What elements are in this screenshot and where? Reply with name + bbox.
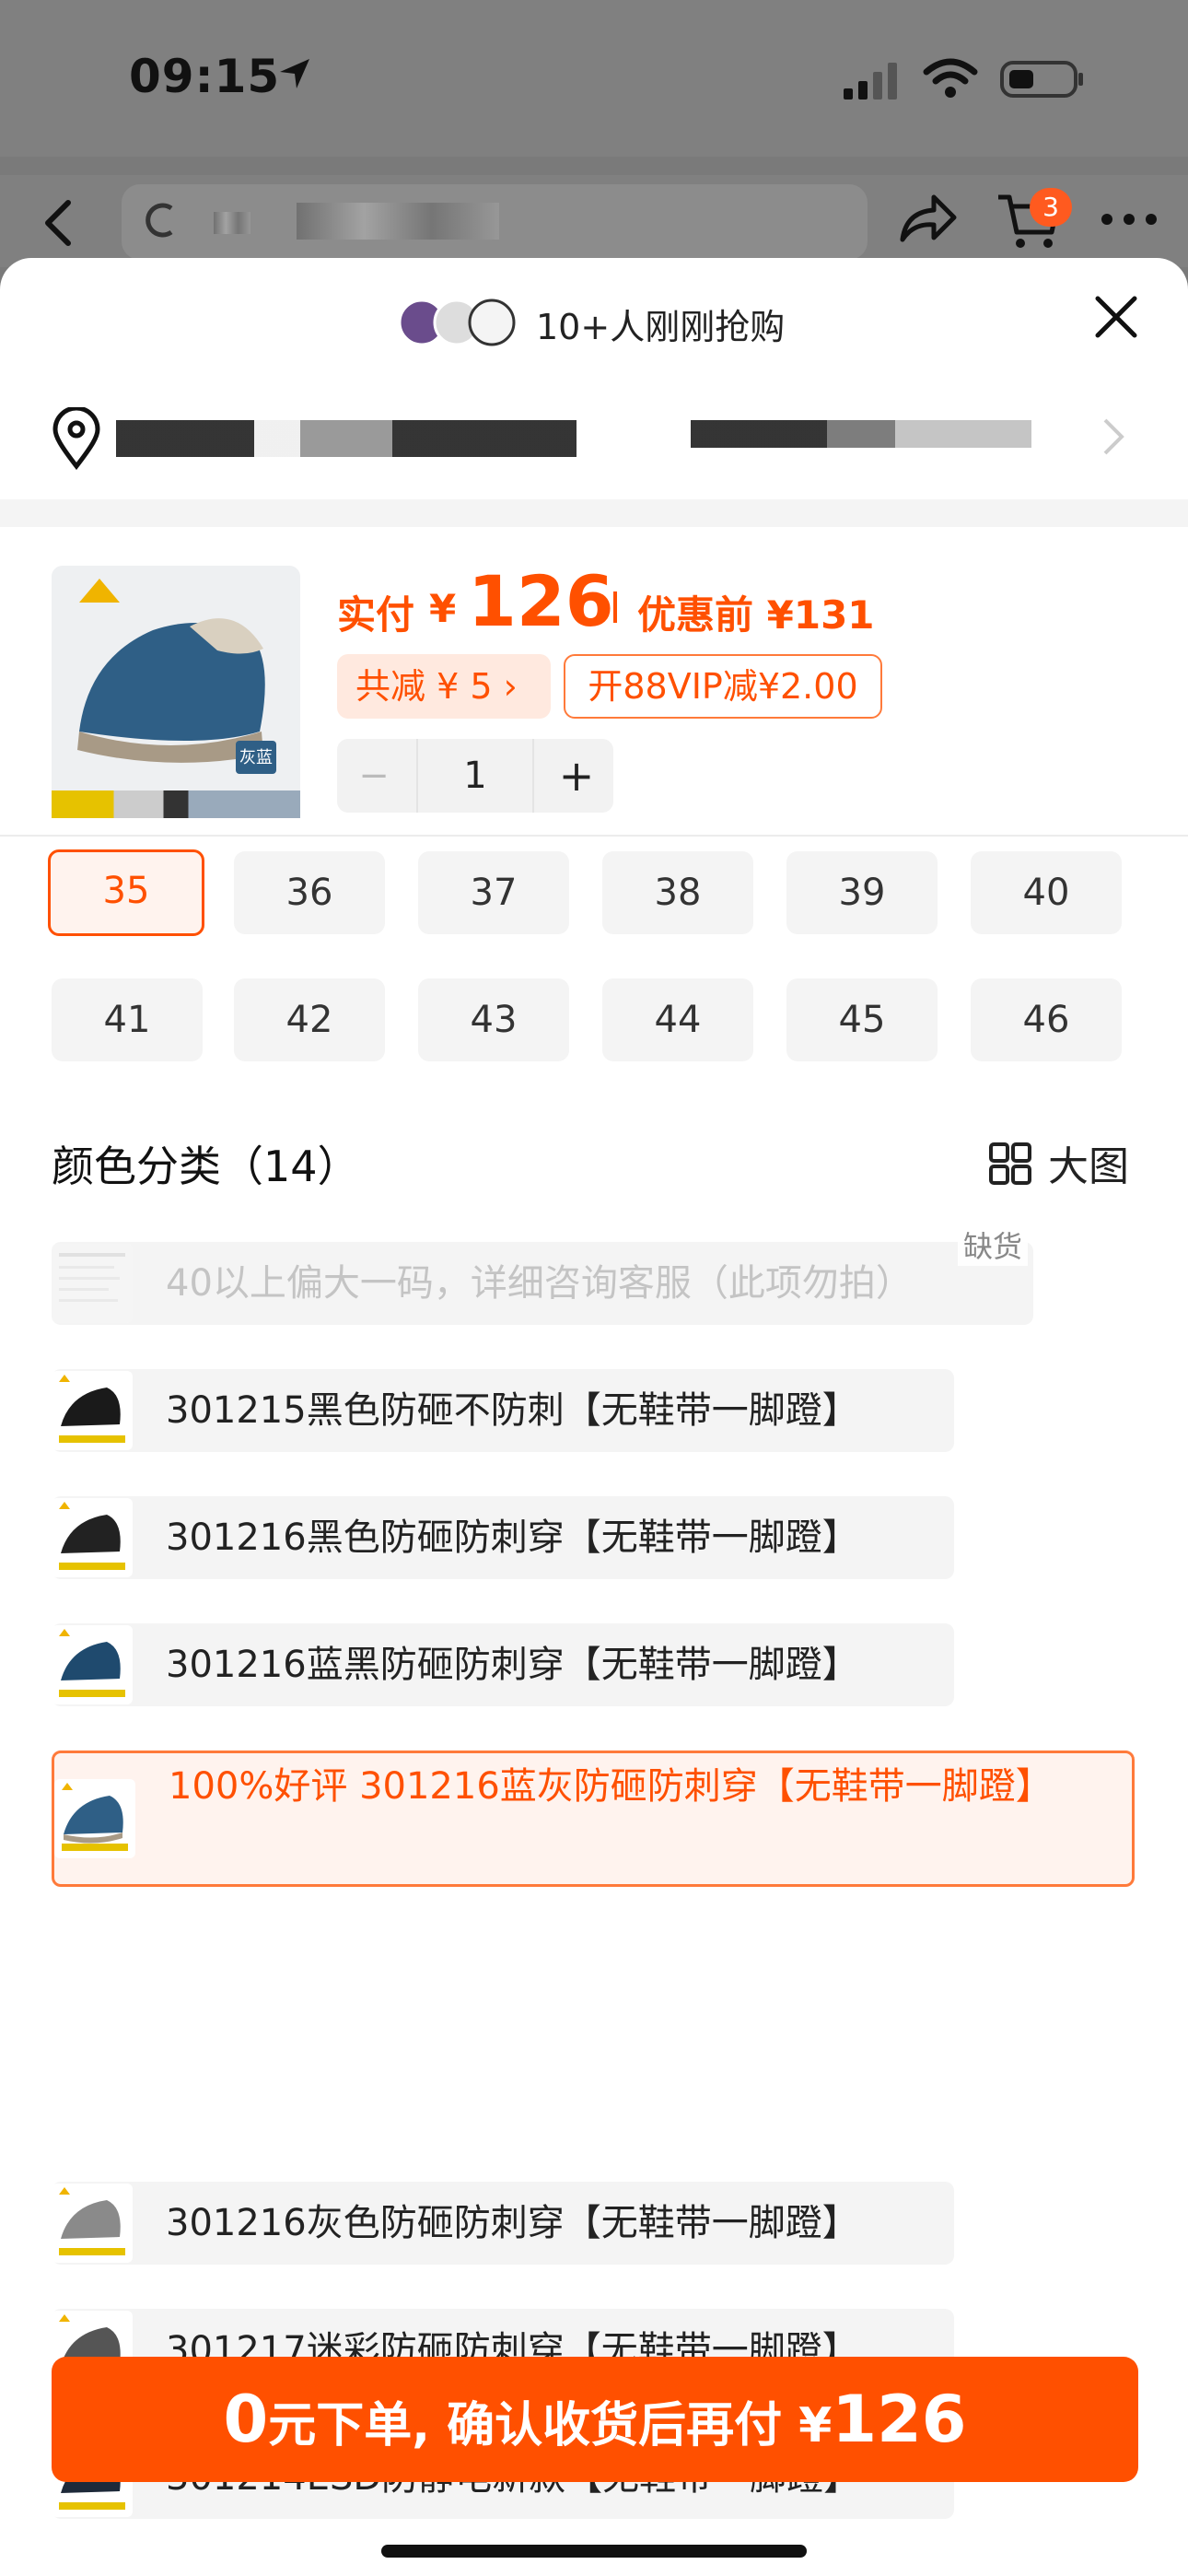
size-option-35[interactable]: 35 [48,849,204,936]
size-option-41[interactable]: 41 [52,978,203,1061]
close-icon[interactable] [1092,293,1140,341]
cellular-signal-icon [844,63,897,100]
size-option-43[interactable]: 43 [418,978,569,1061]
quantity-value[interactable]: 1 [416,739,534,813]
option-thumbnail [52,1625,133,1704]
out-of-stock-badge: 缺货 [958,1224,1029,1266]
color-option[interactable]: 301216灰色防砸防刺穿【无鞋带一脚蹬】 [52,2182,954,2265]
option-thumbnail [54,1779,135,1858]
option-label: 40以上偏大一码，详细咨询客服（此项勿拍） [166,1262,913,1305]
option-label: 301216黑色防砸防刺穿【无鞋带一脚蹬】 [166,1516,859,1559]
size-option-38[interactable]: 38 [602,851,753,934]
size-option-46[interactable]: 46 [971,978,1122,1061]
price-separator [613,591,617,623]
color-option[interactable]: 301216蓝黑防砸防刺穿【无鞋带一脚蹬】 [52,1623,954,1706]
scan-icon [146,203,173,238]
redacted-search-text [297,203,499,240]
cart-count-badge: 3 [1030,188,1072,227]
option-thumbnail [52,1371,133,1450]
redacted-address[interactable] [116,420,577,457]
buyer-avatars [398,299,516,346]
color-option[interactable]: 301215黑色防砸不防刺【无鞋带一脚蹬】 [52,1369,954,1452]
size-option-42[interactable]: 42 [234,978,385,1061]
size-option-45[interactable]: 45 [786,978,938,1061]
wifi-icon [923,58,978,98]
original-price: 优惠前 ¥131 [637,592,875,638]
home-indicator [381,2545,807,2558]
option-thumbnail [52,2184,133,2263]
option-label: 301215黑色防砸不防刺【无鞋带一脚蹬】 [166,1389,859,1432]
redacted-search-text [214,212,250,234]
share-icon[interactable] [897,192,958,247]
recent-buyers-text: 10+人刚刚抢购 [536,307,786,347]
color-option[interactable]: 40以上偏大一码，详细咨询客服（此项勿拍） [52,1242,1033,1325]
color-category-title: 颜色分类（14） [52,1142,360,1191]
option-label: 301216灰色防砸防刺穿【无鞋带一脚蹬】 [166,2202,859,2244]
back-icon[interactable] [41,195,77,251]
option-label: 100%好评 301216蓝灰防砸防刺穿【无鞋带一脚蹬】 [169,1765,1053,1808]
divider [0,835,1188,837]
pay-currency: ¥ [429,586,457,631]
battery-icon [1000,61,1083,98]
top-nav: 3 [0,175,1188,267]
sku-selection-sheet: 10+人刚刚抢购 灰蓝 实付 ¥ 126 优惠前 ¥131 共减 ¥ 5 › 开… [0,258,1188,2576]
cta-amount: 126 [832,2382,967,2457]
search-bar[interactable] [122,184,868,260]
product-image[interactable]: 灰蓝 [52,566,300,816]
place-order-button[interactable]: 0元下单, 确认收货后再付 ¥126 [52,2357,1138,2482]
more-icon[interactable] [1100,212,1159,227]
redacted-address[interactable] [691,420,1031,448]
size-option-36[interactable]: 36 [234,851,385,934]
discount-total-button[interactable]: 共减 ¥ 5 › [337,654,551,719]
option-label: 301216蓝黑防砸防刺穿【无鞋带一脚蹬】 [166,1644,859,1686]
status-bar: 09:15 [0,0,1188,157]
image-color-tag: 灰蓝 [239,748,273,767]
quantity-stepper: − 1 + [337,739,613,813]
color-option-selected[interactable]: 100%好评 301216蓝灰防砸防刺穿【无鞋带一脚蹬】 [52,1751,1135,1887]
location-pin-icon [52,407,100,470]
option-thumbnail [52,1244,133,1323]
size-option-40[interactable]: 40 [971,851,1122,934]
status-time: 09:15 [129,50,281,103]
section-gap [0,499,1188,527]
color-option[interactable]: 301216黑色防砸防刺穿【无鞋带一脚蹬】 [52,1496,954,1579]
decrease-quantity-button[interactable]: − [337,739,411,813]
location-arrow-icon [280,59,309,88]
chevron-right-icon[interactable] [1101,416,1125,457]
big-image-toggle[interactable]: 大图 [1048,1133,1129,1192]
pay-label: 实付 [337,592,415,638]
cta-zero: 0 [223,2382,269,2457]
size-option-37[interactable]: 37 [418,851,569,934]
vip-discount-button[interactable]: 开88VIP减¥2.00 [564,654,882,719]
size-option-39[interactable]: 39 [786,851,938,934]
grid-view-icon[interactable] [989,1142,1031,1185]
cta-text: 元下单, 确认收货后再付 ¥ [268,2398,833,2453]
pay-amount: 126 [468,560,614,642]
size-option-44[interactable]: 44 [602,978,753,1061]
image-caption-strip [52,790,300,818]
shoe-image: 灰蓝 [52,566,300,816]
option-thumbnail [52,1498,133,1577]
increase-quantity-button[interactable]: + [540,739,613,813]
